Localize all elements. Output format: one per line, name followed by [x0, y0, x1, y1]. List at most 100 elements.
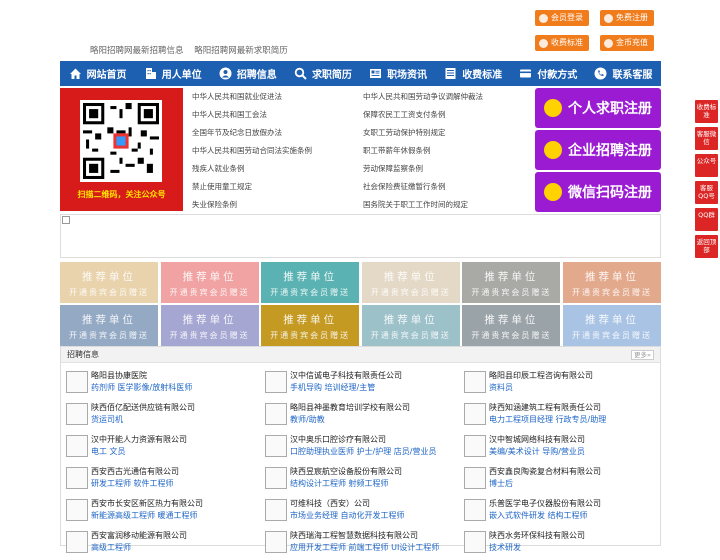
- law-link[interactable]: 中华人民共和国劳动争议调解仲裁法: [363, 91, 483, 102]
- job-positions[interactable]: 市场业务经理 自动化开发工程师: [290, 510, 405, 521]
- job-positions[interactable]: 研发工程师 软件工程师: [91, 478, 174, 489]
- job-item[interactable]: 陕西水务环保科技有限公司 技术研发: [459, 528, 654, 560]
- law-link[interactable]: 中华人民共和国就业促进法: [192, 91, 282, 102]
- job-item[interactable]: 陕西瑞海工程智慧数据科技有限公司 应用开发工程师 前端工程师 UI设计工程师: [260, 528, 455, 560]
- recharge-button[interactable]: 金币充值: [600, 35, 654, 51]
- company-name[interactable]: 陕西昱宸航空设备股份有限公司: [290, 466, 402, 477]
- login-button[interactable]: 会员登录: [535, 10, 589, 26]
- job-item[interactable]: 略阳县协康医院 药剂师 医学影像/放射科医师: [61, 368, 256, 400]
- law-link[interactable]: 中华人民共和国工会法: [192, 109, 267, 120]
- float-qq-group[interactable]: QQ群: [695, 208, 718, 231]
- law-link[interactable]: 失业保险条例: [192, 199, 237, 210]
- company-name[interactable]: 汉中开能人力资源有限公司: [91, 434, 187, 445]
- recommend-slot[interactable]: 推荐单位 开通贵宾会员赠送: [462, 305, 561, 346]
- job-positions[interactable]: 药剂师 医学影像/放射科医师: [91, 382, 192, 393]
- company-name[interactable]: 略阳县协康医院: [91, 370, 147, 381]
- recommend-slot[interactable]: 推荐单位 开通贵宾会员赠送: [160, 305, 259, 346]
- float-official-account[interactable]: 公众号: [695, 154, 718, 177]
- job-item[interactable]: 陕西佰亿配送供应链有限公司 货运司机: [61, 400, 256, 432]
- nav-home[interactable]: 网站首页: [60, 61, 135, 86]
- company-name[interactable]: 可维科技（西安）公司: [290, 498, 370, 509]
- company-name[interactable]: 西安鑫良陶瓷复合材料有限公司: [489, 466, 601, 477]
- latest-jobs-link[interactable]: 略阳招聘网最新招聘信息: [90, 46, 184, 56]
- nav-resumes[interactable]: 求职简历: [285, 61, 360, 86]
- law-link[interactable]: 全国年节及纪念日放假办法: [192, 127, 282, 138]
- company-name[interactable]: 略阳县印辰工程咨询有限公司: [489, 370, 593, 381]
- law-link[interactable]: 禁止使用童工规定: [192, 181, 252, 192]
- job-positions[interactable]: 新能源高级工程师 暖通工程师: [91, 510, 198, 521]
- company-name[interactable]: 陕西佰亿配送供应链有限公司: [91, 402, 195, 413]
- job-item[interactable]: 陕西知涵建筑工程有限责任公司 电力工程项目经理 行政专员/助理: [459, 400, 654, 432]
- banner-ad[interactable]: [60, 214, 661, 258]
- float-pricing[interactable]: 收费标准: [695, 100, 718, 123]
- job-item[interactable]: 汉中智城网络科技有限公司 美编/美术设计 导购/营业员: [459, 432, 654, 464]
- float-qq[interactable]: 客服QQ号: [695, 181, 718, 204]
- personal-register-button[interactable]: 个人求职注册: [535, 88, 661, 128]
- job-item[interactable]: 西安市长安区新区热力有限公司 新能源高级工程师 暖通工程师: [61, 496, 256, 528]
- company-name[interactable]: 陕西瑞海工程智慧数据科技有限公司: [290, 530, 418, 541]
- job-positions[interactable]: 资料员: [489, 382, 513, 393]
- company-name[interactable]: 西安市长安区新区热力有限公司: [91, 498, 203, 509]
- job-item[interactable]: 陕西昱宸航空设备股份有限公司 结构设计工程师 射频工程师: [260, 464, 455, 496]
- law-link[interactable]: 社会保险费征缴暂行条例: [363, 181, 446, 192]
- law-link[interactable]: 劳动保障监察条例: [363, 163, 423, 174]
- job-positions[interactable]: 高级工程师: [91, 542, 131, 553]
- job-positions[interactable]: 口腔助理执业医师 护士/护理 店员/营业员: [290, 446, 436, 457]
- company-name[interactable]: 陕西水务环保科技有限公司: [489, 530, 585, 541]
- float-wechat[interactable]: 客服微信: [695, 127, 718, 150]
- company-name[interactable]: 乐普医学电子仪器股份有限公司: [489, 498, 601, 509]
- job-positions[interactable]: 技术研发: [489, 542, 521, 553]
- job-item[interactable]: 略阳县神墨教育培训学校有限公司 教师/助教: [260, 400, 455, 432]
- recommend-slot[interactable]: 推荐单位 开通贵宾会员赠送: [563, 262, 661, 303]
- company-name[interactable]: 陕西知涵建筑工程有限责任公司: [489, 402, 601, 413]
- law-link[interactable]: 中华人民共和国劳动合同法实施条例: [192, 145, 312, 156]
- job-positions[interactable]: 教师/助教: [290, 414, 325, 425]
- company-name[interactable]: 汉中奥乐口腔诊疗有限公司: [290, 434, 386, 445]
- company-name[interactable]: 西安富润移动能源有限公司: [91, 530, 187, 541]
- job-positions[interactable]: 嵌入式软件研发 结构工程师: [489, 510, 588, 521]
- recommend-slot[interactable]: 推荐单位 开通贵宾会员赠送: [261, 262, 360, 303]
- recommend-slot[interactable]: 推荐单位 开通贵宾会员赠送: [563, 305, 661, 346]
- nav-employers[interactable]: 用人单位: [135, 61, 210, 86]
- job-item[interactable]: 汉中开能人力资源有限公司 电工 文员: [61, 432, 256, 464]
- company-name[interactable]: 西安西古光通信有限公司: [91, 466, 179, 477]
- recommend-slot[interactable]: 推荐单位 开通贵宾会员赠送: [60, 305, 158, 346]
- job-positions[interactable]: 手机导购 培训经理/主管: [290, 382, 375, 393]
- recommend-slot[interactable]: 推荐单位 开通贵宾会员赠送: [261, 305, 360, 346]
- recommend-slot[interactable]: 推荐单位 开通贵宾会员赠送: [462, 262, 561, 303]
- recommend-slot[interactable]: 推荐单位 开通贵宾会员赠送: [361, 262, 460, 303]
- recommend-slot[interactable]: 推荐单位 开通贵宾会员赠送: [160, 262, 259, 303]
- company-name[interactable]: 汉中信诚电子科技有限责任公司: [290, 370, 402, 381]
- law-link[interactable]: 职工带薪年休假条例: [363, 145, 431, 156]
- float-back-to-top[interactable]: 返回顶部: [695, 235, 718, 258]
- nav-payment[interactable]: 付款方式: [511, 61, 586, 86]
- job-item[interactable]: 乐普医学电子仪器股份有限公司 嵌入式软件研发 结构工程师: [459, 496, 654, 528]
- job-item[interactable]: 汉中奥乐口腔诊疗有限公司 口腔助理执业医师 护士/护理 店员/营业员: [260, 432, 455, 464]
- job-item[interactable]: 汉中信诚电子科技有限责任公司 手机导购 培训经理/主管: [260, 368, 455, 400]
- job-item[interactable]: 西安富润移动能源有限公司 高级工程师: [61, 528, 256, 560]
- recommend-slot[interactable]: 推荐单位 开通贵宾会员赠送: [60, 262, 158, 303]
- company-name[interactable]: 汉中智城网络科技有限公司: [489, 434, 585, 445]
- latest-resumes-link[interactable]: 略阳招聘网最新求职简历: [194, 46, 288, 56]
- more-link[interactable]: 更多»: [631, 350, 654, 360]
- nav-support[interactable]: 联系客服: [586, 61, 661, 86]
- job-positions[interactable]: 博士后: [489, 478, 513, 489]
- law-link[interactable]: 国务院关于职工工作时间的规定: [363, 199, 468, 210]
- law-link[interactable]: 保障农民工工资支付条例: [363, 109, 446, 120]
- job-positions[interactable]: 电力工程项目经理 行政专员/助理: [489, 414, 606, 425]
- job-positions[interactable]: 结构设计工程师 射频工程师: [290, 478, 389, 489]
- job-item[interactable]: 西安西古光通信有限公司 研发工程师 软件工程师: [61, 464, 256, 496]
- job-positions[interactable]: 美编/美术设计 导购/营业员: [489, 446, 585, 457]
- recommend-slot[interactable]: 推荐单位 开通贵宾会员赠送: [361, 305, 460, 346]
- nav-news[interactable]: 职场资讯: [361, 61, 436, 86]
- job-item[interactable]: 可维科技（西安）公司 市场业务经理 自动化开发工程师: [260, 496, 455, 528]
- job-item[interactable]: 略阳县印辰工程咨询有限公司 资料员: [459, 368, 654, 400]
- register-button[interactable]: 免费注册: [600, 10, 654, 26]
- wechat-register-button[interactable]: 微信扫码注册: [535, 172, 661, 212]
- law-link[interactable]: 残疾人就业条例: [192, 163, 245, 174]
- nav-jobs[interactable]: 招聘信息: [210, 61, 285, 86]
- company-name[interactable]: 略阳县神墨教育培训学校有限公司: [290, 402, 410, 413]
- job-positions[interactable]: 电工 文员: [91, 446, 126, 457]
- job-positions[interactable]: 应用开发工程师 前端工程师 UI设计工程师: [290, 542, 439, 553]
- company-register-button[interactable]: 企业招聘注册: [535, 130, 661, 170]
